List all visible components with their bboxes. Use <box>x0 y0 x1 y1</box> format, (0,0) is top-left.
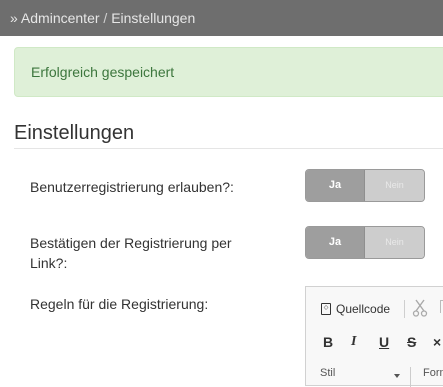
toolbar-divider <box>404 300 405 318</box>
toggle-confirm-registration[interactable]: Ja Nein <box>305 226 425 259</box>
bold-button[interactable]: B <box>323 333 333 351</box>
breadcrumb-item-einstellungen: Einstellungen <box>111 10 196 26</box>
title-divider <box>14 148 443 149</box>
strikethrough-button[interactable]: S <box>407 333 416 351</box>
breadcrumb-item-admincenter[interactable]: Admincenter <box>21 10 100 26</box>
toggle-off-option[interactable]: Nein <box>365 227 424 258</box>
format-dropdown-label: Form <box>423 367 443 379</box>
source-button-label: Quellcode <box>336 302 391 316</box>
page-title: Einstellungen <box>14 122 135 144</box>
source-doc-icon: ◇ <box>321 303 331 315</box>
breadcrumb: » Admincenter / Einstellungen <box>0 0 443 36</box>
alert-message: Erfolgreich gespeichert <box>31 64 175 80</box>
source-button[interactable]: ◇ Quellcode <box>321 300 390 318</box>
toggle-off-option[interactable]: Nein <box>365 170 424 201</box>
toggle-on-option[interactable]: Ja <box>306 227 366 258</box>
style-dropdown-label: Stil <box>320 367 336 379</box>
underline-button[interactable]: U <box>379 333 389 351</box>
format-dropdown[interactable]: Form <box>410 367 443 387</box>
rules-editor[interactable]: ◇ Quellcode B I U S × Stil Form <box>305 286 443 387</box>
toggle-allow-registration[interactable]: Ja Nein <box>305 169 425 202</box>
toggle-on-option[interactable]: Ja <box>306 170 366 201</box>
setting-label-confirm-registration: Bestätigen der Registrierung per Link?: <box>30 233 232 273</box>
setting-label-allow-registration: Benutzerregistrierung erlauben?: <box>30 179 234 195</box>
style-dropdown[interactable]: Stil <box>320 367 405 387</box>
success-alert: Erfolgreich gespeichert <box>14 47 443 97</box>
setting-label-line2: Link?: <box>30 255 68 271</box>
remove-format-button[interactable]: × <box>433 333 441 351</box>
breadcrumb-prefix: » <box>10 10 18 26</box>
setting-label-line1: Bestätigen der Registrierung per <box>30 235 232 251</box>
editor-toolbar-row: ◇ Quellcode <box>306 287 443 331</box>
setting-label-registration-rules: Regeln für die Registrierung: <box>30 296 209 312</box>
italic-button[interactable]: I <box>351 333 356 351</box>
breadcrumb-separator: / <box>103 10 108 26</box>
cut-icon[interactable] <box>412 298 430 318</box>
